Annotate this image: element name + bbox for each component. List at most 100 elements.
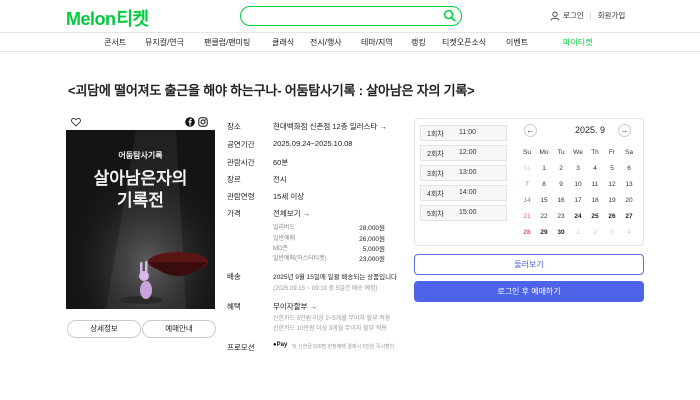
promo-label: 프로모션 bbox=[227, 343, 255, 352]
auth-links: 로그인 | 회원가입 bbox=[550, 10, 625, 21]
instagram-icon[interactable] bbox=[198, 117, 208, 127]
calendar-month-title: 2025. 9 bbox=[575, 125, 606, 135]
nav-item-exhibition[interactable]: 전시/행사 bbox=[310, 37, 342, 48]
round-option[interactable]: 1회차 11:00 bbox=[420, 125, 507, 141]
round-option[interactable]: 5회차 15:00 bbox=[420, 205, 507, 221]
period-label: 공연기간 bbox=[227, 140, 255, 149]
round-option[interactable]: 2회차 12:00 bbox=[420, 145, 507, 161]
look-around-button[interactable]: 둘러보기 bbox=[414, 254, 644, 275]
period-value: 2025.09.24~2025.10.08 bbox=[273, 139, 353, 148]
calendar-day[interactable]: 30 bbox=[553, 229, 569, 236]
price-value: 5,000원 bbox=[362, 246, 385, 253]
calendar-prev-button[interactable]: ← bbox=[524, 124, 537, 137]
melon-ticket-logo[interactable]: Melon티켓 bbox=[66, 5, 149, 31]
calendar-day[interactable]: 9 bbox=[553, 181, 569, 188]
calendar-next-button[interactable]: → bbox=[618, 124, 631, 137]
calendar-day: 4 bbox=[627, 229, 631, 236]
detail-info-button[interactable]: 상세정보 bbox=[67, 320, 141, 338]
nav-item-ranking[interactable]: 랭킹 bbox=[411, 37, 426, 48]
price-name: 일반예매 bbox=[273, 236, 296, 242]
promo-value: 및 신한금 500명 한정혜택 결제시 5천원 즉시할인 bbox=[292, 344, 395, 350]
calendar-day[interactable]: 27 bbox=[621, 213, 637, 220]
calendar-day[interactable]: 17 bbox=[570, 197, 586, 204]
nav-item-musical[interactable]: 뮤지컬/연극 bbox=[145, 37, 184, 48]
calendar-day[interactable]: 12 bbox=[604, 181, 620, 188]
calendar-day[interactable]: 23 bbox=[553, 213, 569, 220]
price-label: 가격 bbox=[227, 209, 241, 218]
calendar-day[interactable]: 28 bbox=[519, 229, 535, 236]
calendar-day[interactable]: 13 bbox=[621, 181, 637, 188]
benefit-link[interactable]: 무이자할부 → bbox=[273, 301, 317, 312]
calendar-day[interactable]: 5 bbox=[604, 165, 620, 172]
calendar-day[interactable]: 26 bbox=[604, 213, 620, 220]
divider: | bbox=[589, 11, 592, 20]
calendar-day[interactable]: 25 bbox=[587, 213, 603, 220]
calendar-day[interactable]: 3 bbox=[570, 165, 586, 172]
calendar-day[interactable]: 6 bbox=[621, 165, 637, 172]
round-option[interactable]: 4회차 14:00 bbox=[420, 185, 507, 201]
calendar-day[interactable]: 7 bbox=[519, 181, 535, 188]
round-number: 3회차 bbox=[427, 171, 444, 178]
calendar-weekday: Fr bbox=[608, 149, 616, 156]
calendar-day[interactable]: 19 bbox=[604, 197, 620, 204]
heart-icon[interactable] bbox=[71, 117, 81, 127]
login-link[interactable]: 로그인 bbox=[563, 10, 584, 21]
calendar-day[interactable]: 2 bbox=[553, 165, 569, 172]
benefit-label: 혜택 bbox=[227, 302, 241, 311]
nav-item-my-ticket[interactable]: 마이티켓 bbox=[563, 37, 592, 48]
price-value: 28,000원 bbox=[359, 225, 385, 232]
calendar-day[interactable]: 14 bbox=[519, 197, 535, 204]
booking-guide-button[interactable]: 예매안내 bbox=[142, 320, 216, 338]
nav-item-concert[interactable]: 콘서트 bbox=[104, 37, 126, 48]
venue-label: 장소 bbox=[227, 122, 241, 131]
calendar-day[interactable]: 22 bbox=[536, 213, 552, 220]
login-to-book-button[interactable]: 로그인 후 예매하기 bbox=[414, 281, 644, 302]
facebook-icon[interactable] bbox=[185, 117, 195, 127]
calendar-day[interactable]: 29 bbox=[536, 229, 552, 236]
calendar-day[interactable]: 18 bbox=[587, 197, 603, 204]
nav-item-classic[interactable]: 클래식 bbox=[272, 37, 294, 48]
calendar-day[interactable]: 8 bbox=[536, 181, 552, 188]
delivery-label: 배송 bbox=[227, 272, 241, 281]
nav-item-ticket-open[interactable]: 티켓오픈소식 bbox=[442, 37, 486, 48]
calendar-day[interactable]: 20 bbox=[621, 197, 637, 204]
search-icon[interactable] bbox=[443, 9, 456, 22]
price-value: 23,000원 bbox=[359, 256, 385, 263]
poster-top-line: 어둠탐사기록 bbox=[118, 150, 163, 160]
price-value: 26,000원 bbox=[359, 236, 385, 243]
benefit-line: 신한카드 5만원 이상 2~5개월 무이자 할부 적용 bbox=[273, 316, 391, 322]
round-time: 12:00 bbox=[459, 149, 477, 156]
venue-link[interactable]: 현대백화점 신촌점 12층 일러스타 → bbox=[273, 121, 387, 132]
calendar-day[interactable]: 16 bbox=[553, 197, 569, 204]
nav-item-fanclub[interactable]: 팬클럽/팬미팅 bbox=[204, 37, 250, 48]
calendar-weekday: Th bbox=[591, 149, 599, 156]
search-box[interactable] bbox=[240, 6, 462, 26]
nav-item-event[interactable]: 이벤트 bbox=[506, 37, 528, 48]
round-option[interactable]: 3회차 13:00 bbox=[420, 165, 507, 181]
calendar-day[interactable]: 1 bbox=[536, 165, 552, 172]
nav-item-theme[interactable]: 테마/지역 bbox=[361, 37, 393, 48]
price-view-all-link[interactable]: 전체보기 → bbox=[273, 208, 310, 219]
calendar-weekday: Mo bbox=[539, 149, 549, 156]
delivery-value: 2025년 9월 15일에 일괄 배송되는 상품입니다 bbox=[273, 274, 398, 281]
header: Melon티켓 로그인 | 회원가입 bbox=[0, 0, 700, 32]
calendar-day[interactable]: 11 bbox=[587, 181, 603, 188]
pay-badge: ●Pay bbox=[273, 342, 287, 348]
calendar-weekday: We bbox=[573, 149, 583, 156]
age-value: 15세 이상 bbox=[273, 192, 305, 201]
calendar-day: 2 bbox=[593, 229, 597, 236]
calendar-day[interactable]: 15 bbox=[536, 197, 552, 204]
signup-link[interactable]: 회원가입 bbox=[598, 10, 626, 21]
search-input[interactable] bbox=[251, 9, 431, 23]
benefit-line: 신한카드 10만원 이상 3개월 무이자 할부 적용 bbox=[273, 326, 387, 332]
genre-value: 전시 bbox=[273, 175, 287, 184]
duration-value: 60분 bbox=[273, 158, 289, 167]
calendar-day[interactable]: 4 bbox=[587, 165, 603, 172]
calendar-day[interactable]: 24 bbox=[570, 213, 586, 220]
calendar-day[interactable]: 10 bbox=[570, 181, 586, 188]
poster-image: 어둠탐사기록 살아남은자의 기록전 bbox=[66, 130, 215, 309]
calendar-day: 3 bbox=[610, 229, 614, 236]
poster-title-line-2: 기록전 bbox=[117, 191, 164, 211]
calendar-weekday: Su bbox=[523, 149, 531, 156]
calendar-day[interactable]: 21 bbox=[519, 213, 535, 220]
